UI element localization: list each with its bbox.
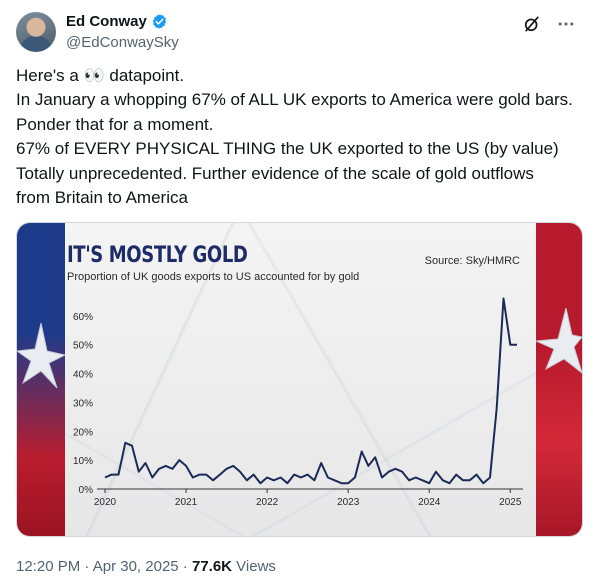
tweet-date[interactable]: Apr 30, 2025 xyxy=(93,558,179,575)
series-line xyxy=(104,297,517,485)
author-handle[interactable]: @EdConwaySky xyxy=(66,34,179,51)
y-tick-label: 0% xyxy=(79,485,94,496)
tweet-line: Totally unprecedented. Further evidence … xyxy=(16,163,534,183)
header-actions xyxy=(522,14,576,34)
tweet-line: from Britain to America xyxy=(16,188,188,208)
avatar[interactable] xyxy=(16,12,56,52)
y-tick-label: 60% xyxy=(73,312,93,323)
x-tick-label: 2022 xyxy=(256,497,279,508)
y-tick-label: 40% xyxy=(73,370,93,381)
grok-icon[interactable] xyxy=(522,14,542,34)
x-tick-label: 2021 xyxy=(175,497,198,508)
tweet-line: Ponder that for a moment. xyxy=(16,114,214,134)
tweet-line: 67% of EVERY PHYSICAL THING the UK expor… xyxy=(16,139,559,159)
tweet-line: Here's a 👀 datapoint. xyxy=(16,66,185,85)
x-tick-label: 2024 xyxy=(418,497,441,508)
verified-badge-icon xyxy=(152,14,167,29)
y-tick-label: 50% xyxy=(73,341,93,352)
tweet-time[interactable]: 12:20 PM xyxy=(16,558,80,575)
author-name-row: Ed Conway xyxy=(66,13,168,30)
tweet-line: In January a whopping 67% of ALL UK expo… xyxy=(16,90,573,110)
author-display-name[interactable]: Ed Conway xyxy=(66,13,147,30)
y-tick-label: 30% xyxy=(73,398,93,409)
x-tick-label: 2023 xyxy=(337,497,360,508)
separator: · xyxy=(80,558,93,575)
tweet-footer: 12:20 PM · Apr 30, 2025 · 77.6K Views xyxy=(16,558,276,575)
views-count: 77.6K xyxy=(191,558,233,575)
views-label: Views xyxy=(232,558,276,575)
chart-image[interactable]: IT'S MOSTLY GOLD Proportion of UK goods … xyxy=(16,222,583,537)
line-chart: 0% 10% 20% 30% 40% 50% 60% 2020 2021 2022 2023 2024… xyxy=(73,297,523,508)
x-tick-label: 2025 xyxy=(499,497,522,508)
more-horizontal-icon[interactable] xyxy=(556,14,576,34)
tweet-text: Here's a 👀 datapoint. In January a whopp… xyxy=(16,64,586,210)
x-tick-label: 2020 xyxy=(94,497,117,508)
separator: · xyxy=(178,558,192,575)
tweet-header: Ed Conway @EdConwaySky xyxy=(16,12,580,56)
y-tick-label: 20% xyxy=(73,427,93,438)
y-tick-label: 10% xyxy=(73,456,93,467)
